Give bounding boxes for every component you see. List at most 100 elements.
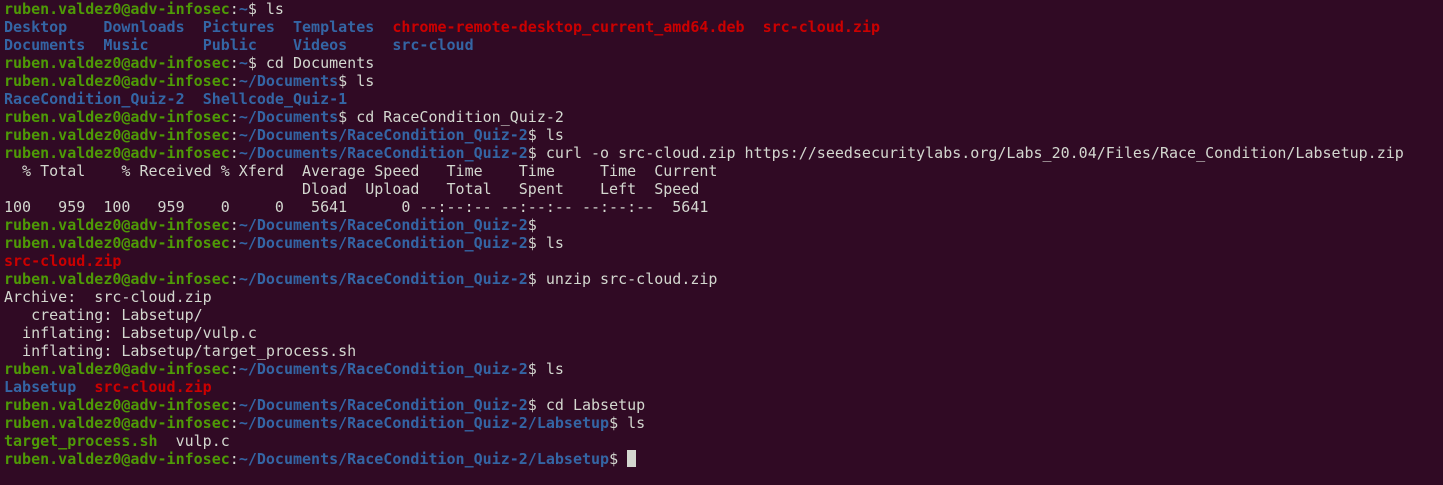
prompt-separator: :: [229, 234, 239, 252]
listing-line: Documents Music Public Videos src-cloud: [4, 36, 1439, 54]
prompt-separator: :: [229, 216, 239, 234]
command-text: ls: [618, 414, 646, 432]
prompt-user-host: ruben.valdez0@adv-infosec: [4, 72, 230, 90]
file-entry: [745, 18, 763, 36]
listing-line: target_process.sh vulp.c: [4, 432, 1439, 450]
prompt-separator: :: [229, 144, 239, 162]
archive-entry: chrome-remote-desktop_current_amd64.deb: [392, 18, 745, 36]
prompt-path: ~/Documents: [238, 108, 339, 126]
prompt-user-host: ruben.valdez0@adv-infosec: [4, 234, 230, 252]
command-text: cd Documents: [256, 54, 375, 72]
prompt-path: ~/Documents: [238, 72, 339, 90]
command-text: ls: [536, 126, 564, 144]
directory-entry: src-cloud: [392, 36, 474, 54]
output-text: creating: Labsetup/: [4, 306, 203, 324]
output-line: Dload Upload Total Spent Left Speed: [4, 180, 1439, 198]
output-line: inflating: Labsetup/target_process.sh: [4, 342, 1439, 360]
prompt-user-host: ruben.valdez0@adv-infosec: [4, 396, 230, 414]
prompt-path: ~/Documents/RaceCondition_Quiz-2: [238, 234, 528, 252]
directory-entry: RaceCondition_Quiz-2: [4, 90, 185, 108]
prompt-path: ~/Documents/RaceCondition_Quiz-2/Labsetu…: [238, 450, 610, 468]
prompt-user-host: ruben.valdez0@adv-infosec: [4, 126, 230, 144]
listing-line: RaceCondition_Quiz-2 Shellcode_Quiz-1: [4, 90, 1439, 108]
prompt-line: ruben.valdez0@adv-infosec:~/Documents/Ra…: [4, 360, 1439, 378]
executable-entry: target_process.sh: [4, 432, 158, 450]
command-text: cd RaceCondition_Quiz-2: [347, 108, 564, 126]
output-text: % Total % Received % Xferd Average Speed…: [4, 162, 718, 180]
directory-entry: Shellcode_Quiz-1: [202, 90, 348, 108]
output-line: Archive: src-cloud.zip: [4, 288, 1439, 306]
prompt-separator: :: [229, 108, 239, 126]
file-entry: [76, 378, 94, 396]
output-text: Dload Upload Total Spent Left Speed: [4, 180, 700, 198]
prompt-user-host: ruben.valdez0@adv-infosec: [4, 414, 230, 432]
directory-entry: Labsetup: [4, 378, 77, 396]
output-text: Archive: src-cloud.zip: [4, 288, 212, 306]
prompt-separator: :: [229, 414, 239, 432]
command-text: cd Labsetup: [536, 396, 646, 414]
prompt-line: ruben.valdez0@adv-infosec:~/Documents/Ra…: [4, 270, 1439, 288]
directory-entry: Pictures: [202, 18, 293, 36]
prompt-dollar: $: [527, 234, 537, 252]
archive-entry: src-cloud.zip: [4, 252, 122, 270]
output-text: 100 959 100 959 0 0 5641 0 --:--:-- --:-…: [4, 198, 709, 216]
prompt-dollar: $: [247, 54, 257, 72]
prompt-line: ruben.valdez0@adv-infosec:~/Documents/Ra…: [4, 450, 1439, 468]
prompt-dollar: $: [527, 126, 537, 144]
prompt-separator: :: [229, 54, 239, 72]
prompt-dollar: $: [527, 270, 537, 288]
prompt-path: ~/Documents/RaceCondition_Quiz-2: [238, 216, 528, 234]
output-text: inflating: Labsetup/target_process.sh: [4, 342, 357, 360]
prompt-path: ~/Documents/RaceCondition_Quiz-2: [238, 270, 528, 288]
prompt-line: ruben.valdez0@adv-infosec:~/Documents$ c…: [4, 108, 1439, 126]
prompt-line: ruben.valdez0@adv-infosec:~/Documents/Ra…: [4, 414, 1439, 432]
command-text: ls: [536, 234, 564, 252]
prompt-dollar: $: [527, 396, 537, 414]
file-entry: [185, 90, 203, 108]
prompt-user-host: ruben.valdez0@adv-infosec: [4, 270, 230, 288]
prompt-dollar: $: [609, 414, 619, 432]
output-line: 100 959 100 959 0 0 5641 0 --:--:-- --:-…: [4, 198, 1439, 216]
directory-entry: Downloads: [103, 18, 203, 36]
prompt-dollar: $: [527, 144, 537, 162]
prompt-path: ~: [238, 0, 248, 18]
prompt-path: ~/Documents/RaceCondition_Quiz-2: [238, 360, 528, 378]
prompt-user-host: ruben.valdez0@adv-infosec: [4, 54, 230, 72]
directory-entry: Music: [103, 36, 203, 54]
archive-entry: src-cloud.zip: [94, 378, 212, 396]
prompt-dollar: $: [609, 450, 619, 468]
command-text: [618, 450, 627, 468]
prompt-separator: :: [229, 360, 239, 378]
prompt-separator: :: [229, 126, 239, 144]
directory-entry: Videos: [293, 36, 393, 54]
output-line: inflating: Labsetup/vulp.c: [4, 324, 1439, 342]
prompt-dollar: $: [338, 108, 348, 126]
command-text: curl -o src-cloud.zip https://seedsecuri…: [536, 144, 1404, 162]
prompt-user-host: ruben.valdez0@adv-infosec: [4, 216, 230, 234]
output-text: inflating: Labsetup/vulp.c: [4, 324, 257, 342]
prompt-dollar: $: [527, 360, 537, 378]
prompt-user-host: ruben.valdez0@adv-infosec: [4, 450, 230, 468]
prompt-user-host: ruben.valdez0@adv-infosec: [4, 0, 230, 18]
directory-entry: Templates: [293, 18, 393, 36]
terminal-window[interactable]: ruben.valdez0@adv-infosec: ~ $ ls Desktop D…: [4, 0, 1439, 485]
prompt-separator: :: [229, 72, 239, 90]
directory-entry: Documents: [4, 36, 104, 54]
terminal-cursor[interactable]: [627, 450, 637, 467]
directory-entry: Desktop: [4, 18, 104, 36]
prompt-line: ruben.valdez0@adv-infosec:~/Documents/Ra…: [4, 234, 1439, 252]
prompt-dollar: $: [338, 72, 348, 90]
prompt-path: ~/Documents/RaceCondition_Quiz-2: [238, 144, 528, 162]
prompt-separator: :: [229, 270, 239, 288]
prompt-path: ~/Documents/RaceCondition_Quiz-2: [238, 396, 528, 414]
prompt-path: ~/Documents/RaceCondition_Quiz-2: [238, 126, 528, 144]
prompt-line: ruben.valdez0@adv-infosec:~/Documents/Ra…: [4, 216, 1439, 234]
directory-entry: Public: [202, 36, 293, 54]
prompt-line: ruben.valdez0@adv-infosec:~/Documents/Ra…: [4, 126, 1439, 144]
output-line: % Total % Received % Xferd Average Speed…: [4, 162, 1439, 180]
prompt-separator: :: [229, 396, 239, 414]
command-text: ls: [536, 360, 564, 378]
archive-entry: src-cloud.zip: [762, 18, 881, 36]
prompt-path: ~/Documents/RaceCondition_Quiz-2/Labsetu…: [238, 414, 610, 432]
prompt-line: ruben.valdez0@adv-infosec:~/Documents$ l…: [4, 72, 1439, 90]
